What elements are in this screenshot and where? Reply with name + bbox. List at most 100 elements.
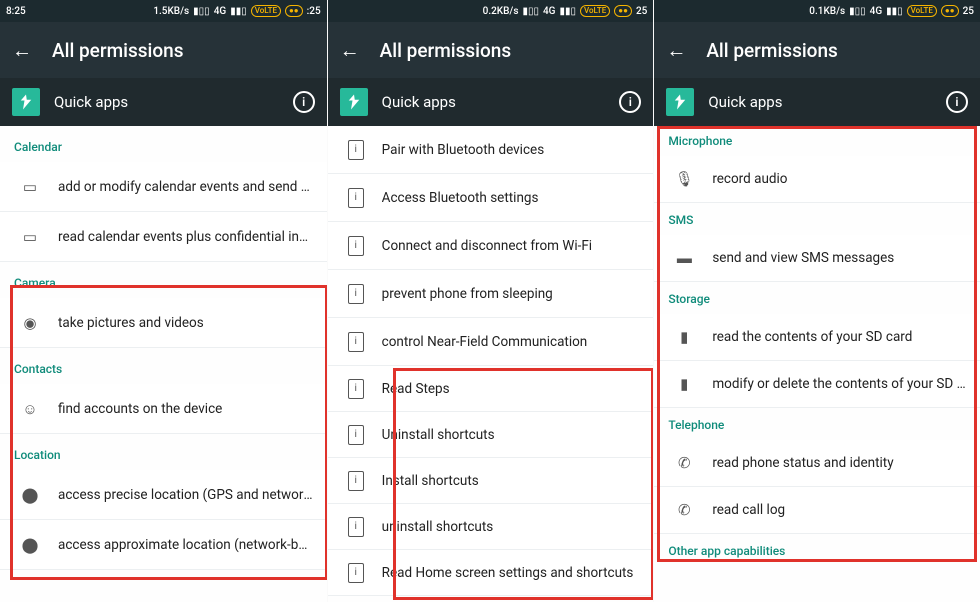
permission-row[interactable]: 🎙 record audio — [654, 156, 980, 203]
content: Calendar ▭ add or modify calendar events… — [0, 126, 327, 602]
device-icon: i — [348, 517, 364, 537]
permission-label: Pair with Bluetooth devices — [382, 142, 640, 158]
device-icon: i — [348, 140, 364, 160]
info-icon[interactable]: i — [619, 91, 641, 113]
permission-row[interactable]: ▮ modify or delete the contents of your … — [654, 361, 980, 408]
status-bar: 8:25 1.5KB/s ▮▯▯ 4G ▮▮▯ VoLTE ●● :25 — [0, 0, 327, 22]
permission-row[interactable]: ▮ read the contents of your SD card — [654, 314, 980, 361]
section-header: Other app capabilities — [654, 534, 980, 566]
permission-label: Uninstall shortcuts — [382, 427, 640, 443]
permission-row[interactable]: ⬤ access approximate location (network-b… — [0, 520, 327, 570]
status-clock: 25 — [963, 6, 974, 17]
permission-row[interactable]: ✆ read call log — [654, 487, 980, 534]
lte-badge: VoLTE — [251, 5, 281, 17]
device-icon: i — [348, 379, 364, 399]
calendar-icon: ▭ — [20, 178, 40, 196]
status-net: 4G — [543, 6, 556, 17]
screen-1: 8:25 1.5KB/s ▮▯▯ 4G ▮▮▯ VoLTE ●● :25 ← A… — [0, 0, 327, 602]
signal-icon: ▮▮▯ — [886, 6, 903, 17]
back-icon[interactable]: ← — [340, 40, 360, 60]
permission-row[interactable]: ▬ send and view SMS messages — [654, 235, 980, 282]
battery-icon: ●● — [941, 5, 959, 17]
lte-badge: VoLTE — [580, 5, 610, 17]
status-speed: 0.2KB/s — [483, 6, 519, 17]
permission-label: Read Home screen settings and shortcuts — [382, 565, 640, 581]
screen-3: 0.1KB/s ▮▯▯ 4G ▮▮▯ VoLTE ●● 25 ← All per… — [653, 0, 980, 602]
permission-row[interactable]: i Read Steps — [328, 366, 654, 412]
section-header: Telephone — [654, 408, 980, 440]
permission-row[interactable]: i Access Bluetooth settings — [328, 174, 654, 222]
sub-bar: Quick apps i — [0, 78, 327, 126]
permission-label: control Near-Field Communication — [382, 334, 640, 350]
permission-row[interactable]: i Uninstall shortcuts — [328, 412, 654, 458]
permission-label: access precise location (GPS and network… — [58, 487, 313, 503]
permission-row[interactable]: i control Near-Field Communication — [328, 318, 654, 366]
status-speed: 0.1KB/s — [809, 6, 845, 17]
device-icon: i — [348, 188, 364, 208]
permission-label: record audio — [712, 171, 966, 187]
status-right: 1.5KB/s ▮▯▯ 4G ▮▮▯ VoLTE ●● :25 — [153, 5, 320, 17]
camera-icon: ◉ — [20, 314, 40, 332]
app-bar: ← All permissions — [0, 22, 327, 78]
signal-icon: ▮▮▯ — [230, 6, 247, 17]
app-name: Quick apps — [382, 93, 606, 111]
back-icon[interactable]: ← — [666, 40, 686, 60]
phone-icon: ✆ — [674, 454, 694, 472]
page-title: All permissions — [380, 39, 512, 62]
permission-label: Connect and disconnect from Wi-Fi — [382, 238, 640, 254]
app-name: Quick apps — [54, 93, 279, 111]
location-icon: ⬤ — [20, 536, 40, 554]
permission-label: Read Steps — [382, 381, 640, 397]
info-icon[interactable]: i — [946, 91, 968, 113]
section-header: Camera — [0, 262, 327, 298]
calendar-icon: ▭ — [20, 228, 40, 246]
permission-row[interactable]: ▭ read calendar events plus confidential… — [0, 212, 327, 262]
permission-row[interactable]: ☺ find accounts on the device — [0, 384, 327, 434]
status-bar: 0.1KB/s ▮▯▯ 4G ▮▮▯ VoLTE ●● 25 — [654, 0, 980, 22]
permission-row[interactable]: ✆ read phone status and identity — [654, 440, 980, 487]
permission-label: Access Bluetooth settings — [382, 190, 640, 206]
permission-row[interactable]: ◉ take pictures and videos — [0, 298, 327, 348]
back-icon[interactable]: ← — [12, 40, 32, 60]
permission-row[interactable]: ⬤ access precise location (GPS and netwo… — [0, 470, 327, 520]
phone-icon: ✆ — [674, 501, 694, 519]
permission-row[interactable]: i Read Home screen settings and shortcut… — [328, 550, 654, 596]
permission-label: prevent phone from sleeping — [382, 286, 640, 302]
battery-icon: ●● — [285, 5, 303, 17]
sub-bar: Quick apps i — [654, 78, 980, 126]
app-bar: ← All permissions — [328, 22, 654, 78]
sms-icon: ▬ — [674, 249, 694, 267]
status-right: 0.2KB/s ▮▯▯ 4G ▮▮▯ VoLTE ●● 25 — [483, 5, 648, 17]
permission-label: read the contents of your SD card — [712, 329, 966, 345]
lte-badge: VoLTE — [907, 5, 937, 17]
permission-row[interactable]: i Pair with Bluetooth devices — [328, 126, 654, 174]
info-icon[interactable]: i — [293, 91, 315, 113]
status-clock: :25 — [307, 6, 321, 17]
permission-row[interactable]: i Install shortcuts — [328, 458, 654, 504]
permission-row[interactable]: ▭ add or modify calendar events and send… — [0, 162, 327, 212]
permission-label: read phone status and identity — [712, 455, 966, 471]
permission-row[interactable]: i prevent phone from sleeping — [328, 270, 654, 318]
status-speed: 1.5KB/s — [153, 6, 189, 17]
app-bar: ← All permissions — [654, 22, 980, 78]
section-header: SMS — [654, 203, 980, 235]
section-header: Location — [0, 434, 327, 470]
permission-label: Install shortcuts — [382, 473, 640, 489]
status-right: 0.1KB/s ▮▯▯ 4G ▮▮▯ VoLTE ●● 25 — [809, 5, 974, 17]
permission-label: find accounts on the device — [58, 401, 313, 417]
section-header: Microphone — [654, 126, 980, 156]
mic-icon: 🎙 — [674, 170, 694, 188]
permission-label: send and view SMS messages — [712, 250, 966, 266]
content: Microphone 🎙 record audio SMS ▬ send and… — [654, 126, 980, 602]
storage-icon: ▮ — [674, 375, 694, 393]
storage-icon: ▮ — [674, 328, 694, 346]
section-header: Contacts — [0, 348, 327, 384]
permission-row[interactable]: i uninstall shortcuts — [328, 504, 654, 550]
permission-label: take pictures and videos — [58, 315, 313, 331]
app-icon — [340, 88, 368, 116]
permission-label: access approximate location (network-bas… — [58, 537, 313, 553]
permission-row[interactable]: i Connect and disconnect from Wi-Fi — [328, 222, 654, 270]
device-icon: i — [348, 563, 364, 583]
signal-icon: ▮▯▯ — [193, 6, 210, 17]
screen-2: 0.2KB/s ▮▯▯ 4G ▮▮▯ VoLTE ●● 25 ← All per… — [327, 0, 654, 602]
